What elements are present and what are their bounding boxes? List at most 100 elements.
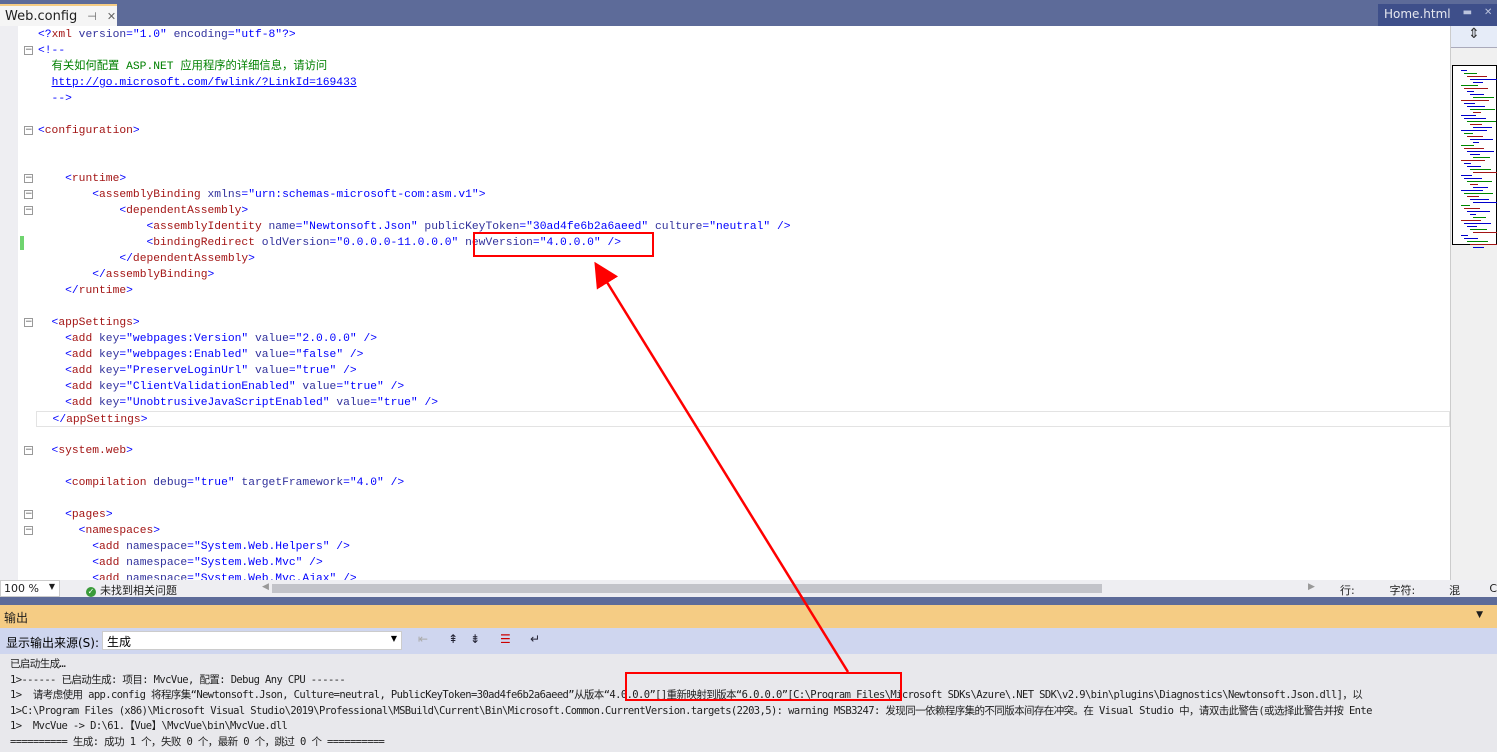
code-token: > <box>207 269 215 281</box>
code-line[interactable]: <!-- <box>38 43 65 59</box>
code-line[interactable]: <namespaces> <box>38 523 160 539</box>
scroll-left-icon[interactable]: ◀ <box>262 582 269 592</box>
code-token: < <box>38 445 59 457</box>
chevron-down-icon: ▼ <box>48 582 55 591</box>
output-text[interactable]: 已启动生成… 1>------ 已启动生成: 项目: MvcVue, 配置: De… <box>0 654 1497 752</box>
code-line[interactable]: <compilation debug="true" targetFramewor… <box>38 475 404 491</box>
code-token: /> <box>302 557 323 569</box>
minimap[interactable] <box>1452 65 1497 248</box>
code-token: > <box>153 525 161 537</box>
code-line[interactable]: </dependentAssembly> <box>38 251 255 267</box>
minimap-line <box>1473 217 1486 218</box>
code-token: < <box>38 573 100 580</box>
code-line[interactable]: --> <box>38 91 72 107</box>
previous-message-icon[interactable]: ⇞ <box>448 632 458 646</box>
code-token: add <box>71 365 93 377</box>
issues-indicator[interactable]: ✓ 未找到相关问题 <box>86 582 177 598</box>
fold-toggle-icon[interactable]: − <box>24 446 33 455</box>
code-token: > <box>126 285 133 297</box>
code-line[interactable]: <add key="UnobtrusiveJavaScriptEnabled" … <box>38 395 438 411</box>
fold-toggle-icon[interactable]: − <box>24 190 33 199</box>
minimap-line <box>1470 94 1484 95</box>
minimap-line <box>1461 130 1487 131</box>
code-token: = <box>343 477 350 489</box>
minimap-line <box>1467 241 1488 242</box>
code-token: < <box>38 477 72 489</box>
code-link[interactable]: http://go.microsoft.com/fwlink/?LinkId=1… <box>52 77 357 89</box>
code-line[interactable]: <add namespace="System.Web.Mvc.Ajax" /> <box>38 571 356 580</box>
split-icon[interactable]: ⇕ <box>1451 26 1497 48</box>
code-token: "Newtonsoft.Json" <box>302 221 418 233</box>
code-line[interactable]: </assemblyBinding> <box>38 267 214 283</box>
code-token: key <box>92 333 120 345</box>
code-token: <!-- <box>38 45 66 57</box>
code-token: > <box>140 414 148 426</box>
scroll-right-icon[interactable]: ▶ <box>1308 582 1315 592</box>
close-icon[interactable]: ✕ <box>1484 7 1492 23</box>
code-token: key <box>92 349 120 361</box>
next-message-icon[interactable]: ⇟ <box>470 632 480 646</box>
zoom-select[interactable]: 100 % ▼ <box>0 580 60 597</box>
tab-home-html[interactable]: Home.html ▬ ✕ <box>1378 4 1497 26</box>
code-line[interactable]: <assemblyIdentity name="Newtonsoft.Json"… <box>38 219 790 235</box>
code-line[interactable]: <?xml version="1.0" encoding="utf-8"?> <box>38 27 296 43</box>
source-label: 显示输出来源(S): <box>6 636 100 650</box>
code-line[interactable]: <add key="ClientValidationEnabled" value… <box>38 379 404 395</box>
word-wrap-icon[interactable]: ↵ <box>530 632 540 646</box>
change-indicator <box>20 236 24 250</box>
code-line[interactable]: <runtime> <box>38 171 126 187</box>
code-token: dependentAssembly <box>126 205 242 217</box>
code-token: </ <box>39 414 67 426</box>
fold-toggle-icon[interactable]: − <box>24 206 33 215</box>
go-to-location-icon[interactable]: ⇤ <box>418 632 428 646</box>
fold-toggle-icon[interactable]: − <box>24 318 33 327</box>
code-line[interactable]: <add namespace="System.Web.Helpers" /> <box>38 539 350 555</box>
code-token: encoding <box>166 29 228 41</box>
code-token: "true" <box>193 477 235 489</box>
code-token: oldVersion <box>254 237 330 249</box>
code-line[interactable]: <configuration> <box>38 123 140 139</box>
code-line[interactable]: <add key="webpages:Version" value="2.0.0… <box>38 331 377 347</box>
code-token: <? <box>38 29 52 41</box>
code-line[interactable]: <assemblyBinding xmlns="urn:schemas-micr… <box>38 187 485 203</box>
code-line[interactable]: http://go.microsoft.com/fwlink/?LinkId=1… <box>38 75 357 91</box>
clear-all-icon[interactable]: ☰ <box>500 632 511 646</box>
code-line[interactable]: <add key="webpages:Enabled" value="false… <box>38 347 363 363</box>
minimap-line <box>1467 226 1477 227</box>
fold-toggle-icon[interactable]: − <box>24 174 33 183</box>
code-line[interactable]: <add key="PreserveLoginUrl" value="true"… <box>38 363 357 379</box>
code-token: namespace <box>119 541 188 553</box>
pin-icon[interactable]: ⊣ <box>87 10 97 23</box>
code-token: /> <box>336 365 357 377</box>
code-token: /> <box>329 541 350 553</box>
code-editor[interactable]: <?xml version="1.0" encoding="utf-8"?> <!… <box>18 26 1450 580</box>
code-line[interactable]: <system.web> <box>38 443 133 459</box>
fold-toggle-icon[interactable]: − <box>24 526 33 535</box>
minimap-line <box>1473 202 1497 203</box>
fold-toggle-icon[interactable]: − <box>24 126 33 135</box>
tab-web-config[interactable]: Web.config ⊣ ✕ <box>0 4 117 26</box>
code-line[interactable]: <dependentAssembly> <box>38 203 248 219</box>
fold-toggle-icon[interactable]: − <box>24 46 33 55</box>
code-line[interactable]: </appSettings> <box>36 411 1450 427</box>
code-line[interactable]: <pages> <box>38 507 112 523</box>
minimap-line <box>1461 70 1467 71</box>
minimap-line <box>1473 97 1494 98</box>
panel-divider[interactable] <box>0 597 1497 605</box>
dropdown-icon[interactable]: ▼ <box>1476 610 1483 620</box>
minimap-line <box>1470 184 1478 185</box>
code-token: "System.Web.Helpers" <box>193 541 330 553</box>
minimap-line <box>1467 76 1487 77</box>
pin-icon[interactable]: ▬ <box>1463 7 1472 23</box>
output-source-select[interactable]: 生成 ▼ <box>102 631 402 650</box>
code-token: < <box>38 221 154 233</box>
code-line[interactable]: <add namespace="System.Web.Mvc" /> <box>38 555 323 571</box>
code-line[interactable]: <appSettings> <box>38 315 140 331</box>
code-line[interactable]: 有关如何配置 ASP.NET 应用程序的详细信息，请访问 <box>38 59 328 75</box>
horizontal-scrollbar[interactable] <box>272 584 1102 593</box>
code-line[interactable]: </runtime> <box>38 283 133 299</box>
code-token: > <box>126 445 133 457</box>
code-token: namespace <box>119 557 188 569</box>
close-icon[interactable]: ✕ <box>107 10 116 23</box>
fold-toggle-icon[interactable]: − <box>24 510 33 519</box>
